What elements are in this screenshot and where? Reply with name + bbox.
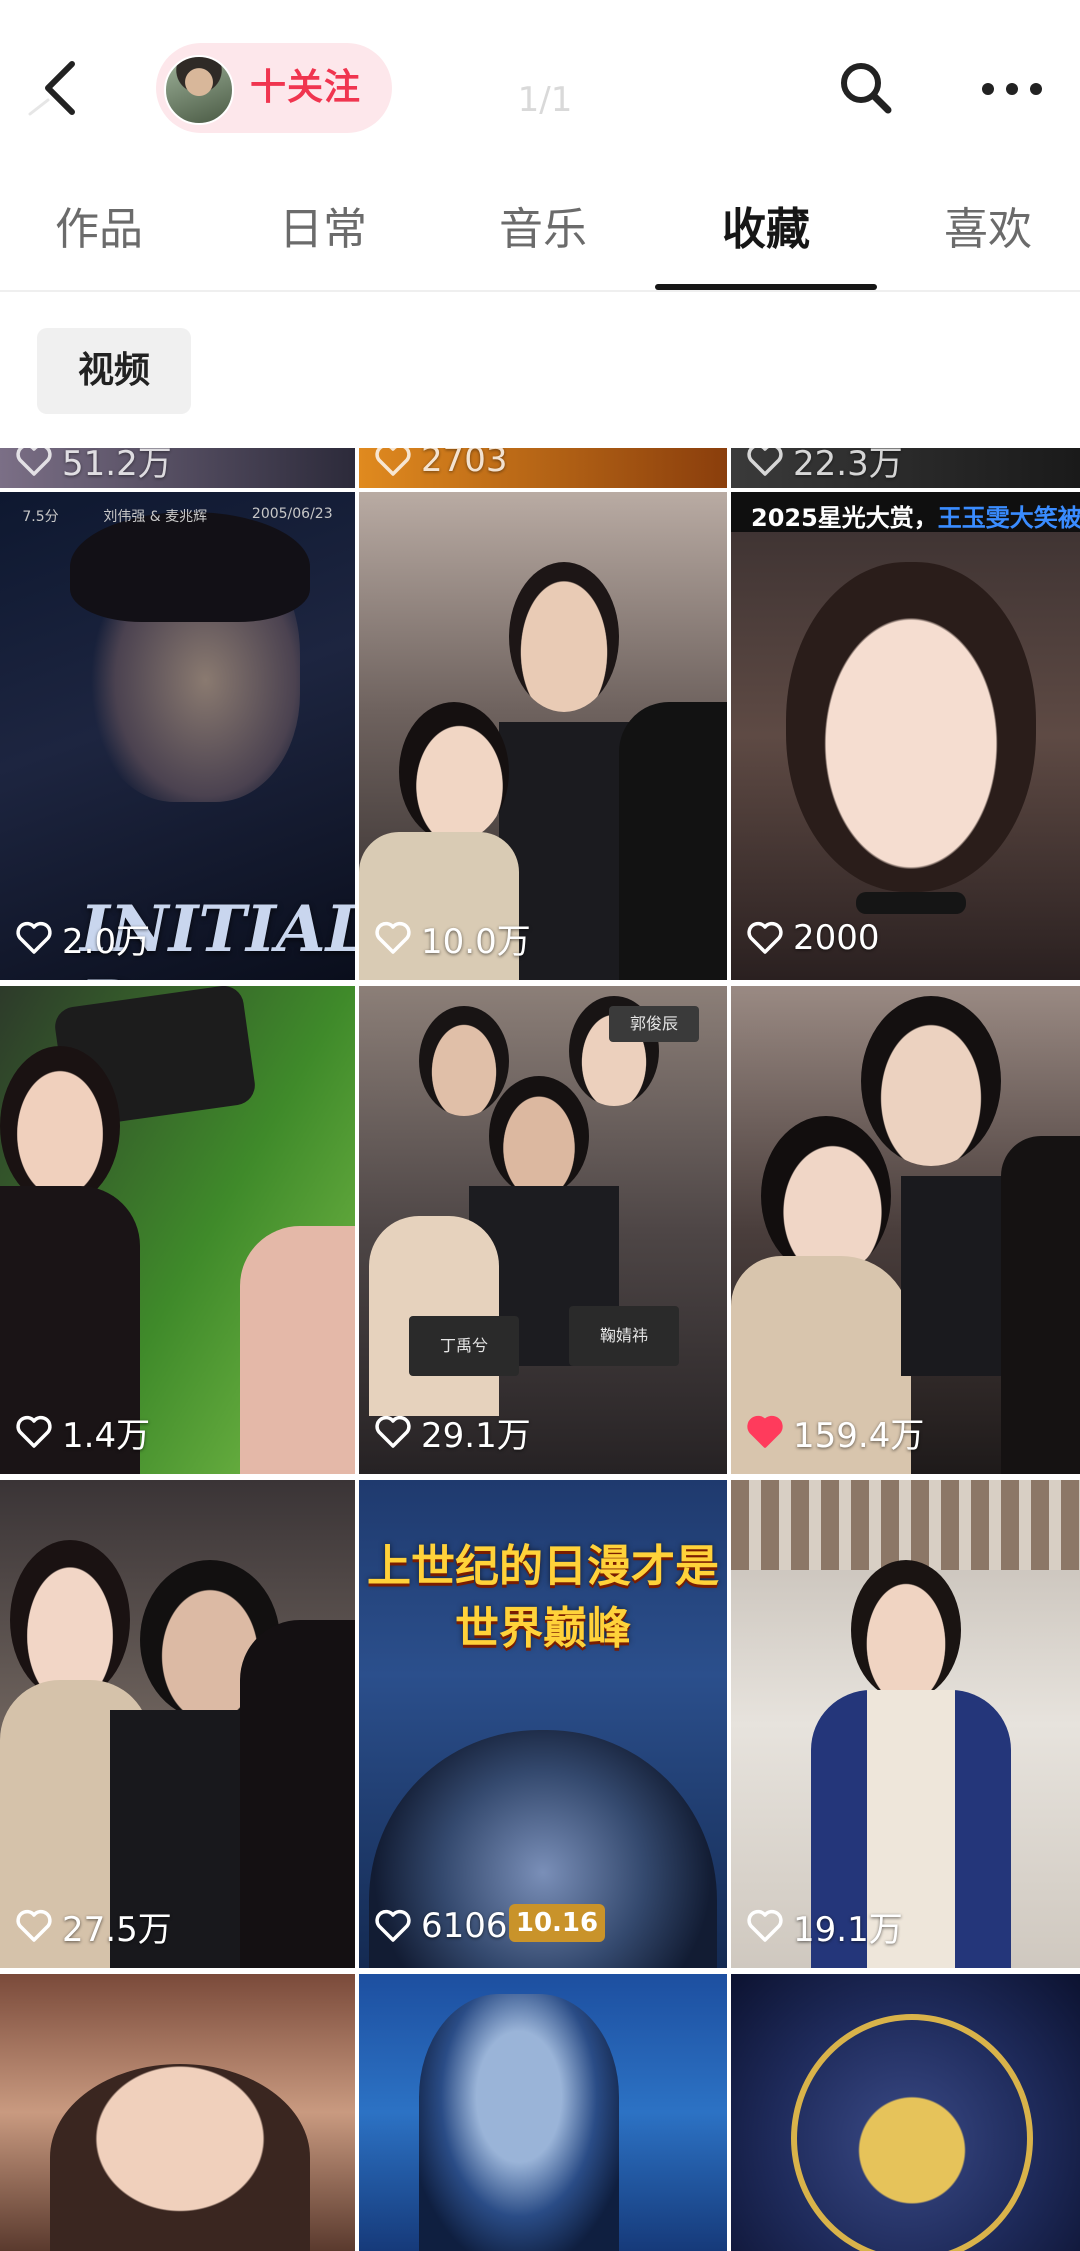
thumbnail-person: [489, 1076, 589, 1196]
heart-outline-icon: [16, 448, 52, 476]
thumbnail-person: [240, 1620, 355, 1968]
heart-outline-icon: [16, 921, 52, 954]
video-tile[interactable]: 7.5分 刘伟强 & 麦兆辉 2005/06/23 INITIAL D 2.0万: [0, 492, 355, 980]
search-button[interactable]: [834, 56, 898, 120]
like-count: 29.1万: [373, 1410, 531, 1456]
heart-outline-icon: [375, 921, 411, 954]
thumbnail-person: [10, 1540, 130, 1700]
video-tile[interactable]: 27.5万: [0, 1480, 355, 1968]
video-tile[interactable]: [731, 1974, 1080, 2251]
tab-music[interactable]: 音乐: [448, 180, 638, 290]
video-tile[interactable]: 2025星光大赏，王玉雯大笑被抓包 2000: [731, 492, 1080, 980]
thumbnail-choker: [856, 892, 966, 914]
video-tile[interactable]: [0, 1974, 355, 2251]
page-indicator: 1/1: [517, 80, 573, 120]
heart-filled-icon: [747, 1415, 783, 1448]
like-count: 19.1万: [745, 1904, 903, 1950]
poster-title-line2: 世界巅峰: [455, 1603, 631, 1654]
seat-sign: 鞠婧祎: [569, 1306, 679, 1366]
thumbnail-person: [509, 562, 619, 712]
heart-outline-icon: [375, 1909, 411, 1942]
follow-label: 十关注: [250, 67, 362, 108]
heart-outline-icon: [747, 448, 783, 476]
more-button[interactable]: [976, 60, 1048, 116]
video-tile[interactable]: [359, 1974, 727, 2251]
tab-likes[interactable]: 喜欢: [893, 180, 1080, 290]
video-tile[interactable]: 19.1万: [731, 1480, 1080, 1968]
like-count: 2.0万: [14, 916, 150, 962]
thumbnail-person: [786, 562, 1036, 892]
search-icon: [841, 63, 892, 114]
thumbnail-anime-character: [419, 1994, 619, 2251]
like-count: 22.3万: [745, 448, 903, 484]
tab-favorites[interactable]: 收藏: [671, 180, 861, 290]
thumbnail-person: [399, 702, 509, 842]
thumbnail-person: [619, 702, 727, 980]
video-tile-partial[interactable]: 22.3万: [731, 448, 1080, 488]
thumbnail-person: [861, 996, 1001, 1166]
follow-button[interactable]: 十关注: [156, 43, 392, 133]
profile-tabs: 作品 日常 音乐 收藏 喜欢: [0, 180, 1080, 290]
thumbnail-anime-face: [50, 2064, 310, 2251]
tab-works[interactable]: 作品: [4, 180, 194, 290]
heart-outline-icon: [16, 1909, 52, 1942]
video-grid: 51.2万 2703 22.3万 7.5分 刘伟强 & 麦兆辉 2005/06/…: [0, 448, 1080, 2251]
more-dot: [1006, 83, 1018, 95]
top-bar: 十关注 1/1: [0, 0, 1080, 170]
thumbnail-shelf: [731, 1480, 1080, 1570]
heart-outline-icon: [747, 921, 783, 954]
avatar[interactable]: [164, 55, 234, 125]
video-tile[interactable]: 159.4万: [731, 986, 1080, 1474]
heart-outline-icon: [747, 1909, 783, 1942]
chevron-left-icon: [28, 61, 75, 116]
like-count: 2000: [745, 916, 880, 960]
seat-sign: 丁禹兮: [409, 1316, 519, 1376]
thumbnail-hair: [70, 512, 310, 622]
video-tile[interactable]: 10.0万: [359, 492, 727, 980]
like-count: 27.5万: [14, 1904, 172, 1950]
more-dot: [1030, 83, 1042, 95]
back-button[interactable]: [22, 48, 102, 128]
video-tile[interactable]: 1.4万: [0, 986, 355, 1474]
thumbnail-person: [851, 1560, 961, 1700]
date-badge: 10.16: [509, 1904, 605, 1942]
thumbnail-person: [1001, 1136, 1080, 1474]
tab-daily[interactable]: 日常: [228, 180, 418, 290]
filter-chip-video[interactable]: 视频: [37, 328, 191, 414]
video-tile[interactable]: 上世纪的日漫才是 世界巅峰 10.16 6106: [359, 1480, 727, 1968]
video-tile[interactable]: 丁禹兮 鞠婧祎 郭俊辰 29.1万: [359, 986, 727, 1474]
like-count: 159.4万: [745, 1410, 924, 1456]
poster-title-line1: 上世纪的日漫才是: [367, 1541, 719, 1592]
like-count: 10.0万: [373, 916, 531, 962]
like-count: 2703: [373, 448, 508, 482]
banner-caption: 2025星光大赏，王玉雯大笑被抓包: [751, 504, 1080, 532]
poster-credits: 7.5分 刘伟强 & 麦兆辉 2005/06/23: [22, 506, 333, 525]
more-dot: [982, 83, 994, 95]
divider: [0, 290, 1080, 292]
seat-sign: 郭俊辰: [609, 1006, 699, 1042]
thumbnail-zodiac-wheel: [791, 2014, 1033, 2251]
like-count: 51.2万: [14, 448, 172, 484]
video-tile-partial[interactable]: 51.2万: [0, 448, 355, 488]
thumbnail-person: [0, 1046, 120, 1206]
heart-outline-icon: [375, 448, 411, 476]
thumbnail-person: [419, 1006, 509, 1116]
like-count: 1.4万: [14, 1410, 150, 1456]
thumbnail-person: [761, 1116, 891, 1276]
heart-outline-icon: [375, 1415, 411, 1448]
thumbnail-coat: [240, 1226, 355, 1474]
video-tile-partial[interactable]: 2703: [359, 448, 727, 488]
like-count: 6106: [373, 1904, 508, 1948]
heart-outline-icon: [16, 1415, 52, 1448]
